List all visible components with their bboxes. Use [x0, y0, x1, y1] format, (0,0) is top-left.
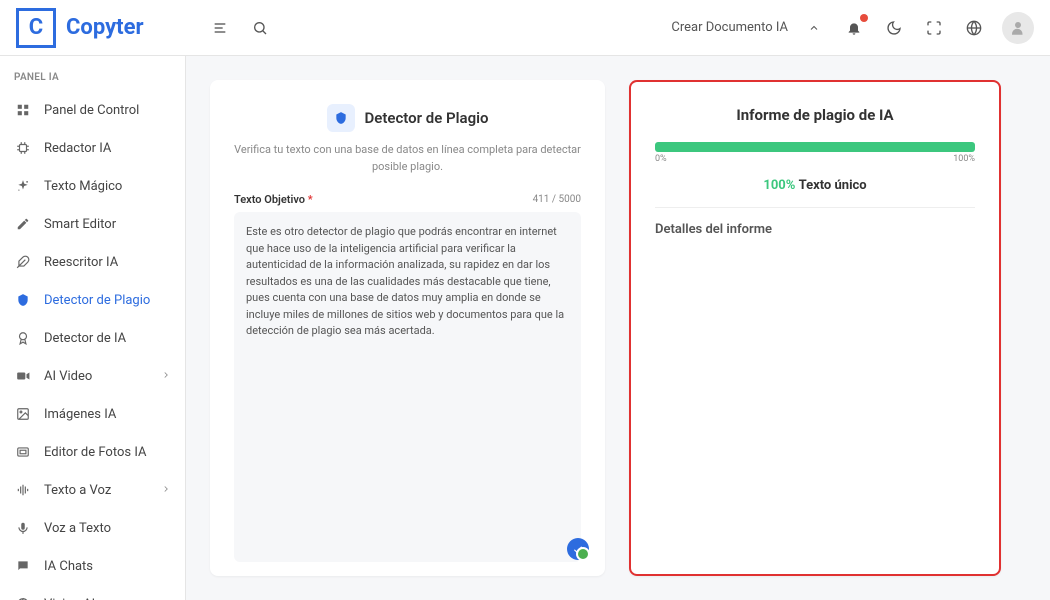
sidebar-item-ai-video[interactable]: AI Video	[0, 357, 185, 395]
sidebar-item-label: Smart Editor	[44, 217, 116, 232]
report-title: Informe de plagio de IA	[655, 106, 975, 124]
sidebar-item-detector-de-plagio[interactable]: Detector de Plagio	[0, 281, 185, 319]
notification-badge	[860, 14, 868, 22]
aperture-icon	[14, 595, 32, 600]
sidebar-item-label: Texto a Voz	[44, 483, 111, 498]
badge-icon	[14, 329, 32, 347]
sidebar-item-label: Redactor IA	[44, 141, 111, 156]
report-details-link[interactable]: Detalles del informe	[655, 222, 975, 237]
pen-icon	[14, 215, 32, 233]
user-avatar[interactable]	[1002, 12, 1034, 44]
grid-icon	[14, 101, 32, 119]
result-text: 100% Texto único	[655, 178, 975, 193]
logo-letter: C	[29, 15, 43, 40]
progress-min: 0%	[655, 154, 667, 164]
sidebar-item-texto-a-voz[interactable]: Texto a Voz	[0, 471, 185, 509]
sidebar-item-texto-mágico[interactable]: Texto Mágico	[0, 167, 185, 205]
chevron-right-icon	[161, 483, 171, 498]
logo-box[interactable]: C	[16, 8, 56, 48]
menu-toggle-icon[interactable]	[204, 12, 236, 44]
create-document-button[interactable]: Crear Documento IA	[671, 20, 788, 35]
sidebar-item-voz-a-texto[interactable]: Voz a Texto	[0, 509, 185, 547]
sidebar-item-detector-de-ia[interactable]: Detector de IA	[0, 319, 185, 357]
wave-icon	[14, 481, 32, 499]
dark-mode-icon[interactable]	[878, 12, 910, 44]
sidebar-item-vision-ai[interactable]: Vision AI	[0, 585, 185, 600]
chevron-right-icon	[161, 369, 171, 384]
brand-name[interactable]: Copyter	[66, 15, 144, 40]
chevron-up-icon[interactable]	[798, 12, 830, 44]
sidebar-item-label: Panel de Control	[44, 103, 139, 118]
chip-icon	[14, 139, 32, 157]
sparkle-icon	[14, 177, 32, 195]
sidebar-item-label: Detector de Plagio	[44, 293, 150, 308]
sidebar-item-label: AI Video	[44, 369, 92, 384]
shield-icon	[327, 104, 355, 132]
sidebar-item-label: Vision AI	[44, 597, 95, 600]
sidebar-item-redactor-ia[interactable]: Redactor IA	[0, 129, 185, 167]
photo-icon	[14, 443, 32, 461]
detector-subtitle: Verifica tu texto con una base de datos …	[234, 142, 581, 175]
verify-badge-icon[interactable]	[567, 538, 589, 560]
search-icon[interactable]	[244, 12, 276, 44]
notifications-icon[interactable]	[838, 12, 870, 44]
sidebar: PANEL IA Panel de Control Redactor IA Text…	[0, 56, 186, 600]
image-icon	[14, 405, 32, 423]
progress-max: 100%	[953, 154, 975, 164]
sidebar-item-label: Detector de IA	[44, 331, 126, 346]
sidebar-item-label: IA Chats	[44, 559, 93, 574]
sidebar-item-editor-de-fotos-ia[interactable]: Editor de Fotos IA	[0, 433, 185, 471]
detector-title: Detector de Plagio	[365, 109, 489, 127]
detector-card: Detector de Plagio Verifica tu texto con…	[210, 80, 605, 576]
language-icon[interactable]	[958, 12, 990, 44]
report-card: Informe de plagio de IA 0% 100% 100% Tex…	[629, 80, 1001, 576]
sidebar-item-label: Reescritor IA	[44, 255, 118, 270]
sidebar-item-label: Imágenes IA	[44, 407, 116, 422]
sidebar-heading: PANEL IA	[0, 64, 185, 91]
sidebar-item-reescritor-ia[interactable]: Reescritor IA	[0, 243, 185, 281]
video-icon	[14, 367, 32, 385]
field-label: Texto Objetivo *	[234, 193, 313, 206]
main-content: Detector de Plagio Verifica tu texto con…	[186, 56, 1050, 600]
sidebar-item-smart-editor[interactable]: Smart Editor	[0, 205, 185, 243]
sidebar-item-imágenes-ia[interactable]: Imágenes IA	[0, 395, 185, 433]
sidebar-item-ia-chats[interactable]: IA Chats	[0, 547, 185, 585]
shield-icon	[14, 291, 32, 309]
sidebar-item-label: Voz a Texto	[44, 521, 111, 536]
sidebar-item-label: Editor de Fotos IA	[44, 445, 146, 460]
chat-icon	[14, 557, 32, 575]
fullscreen-icon[interactable]	[918, 12, 950, 44]
target-text-input[interactable]	[234, 212, 581, 562]
sidebar-item-panel-de-control[interactable]: Panel de Control	[0, 91, 185, 129]
sidebar-item-label: Texto Mágico	[44, 179, 122, 194]
feather-icon	[14, 253, 32, 271]
mic-icon	[14, 519, 32, 537]
progress-bar: 0% 100%	[655, 142, 975, 164]
char-counter: 411 / 5000	[533, 194, 581, 205]
